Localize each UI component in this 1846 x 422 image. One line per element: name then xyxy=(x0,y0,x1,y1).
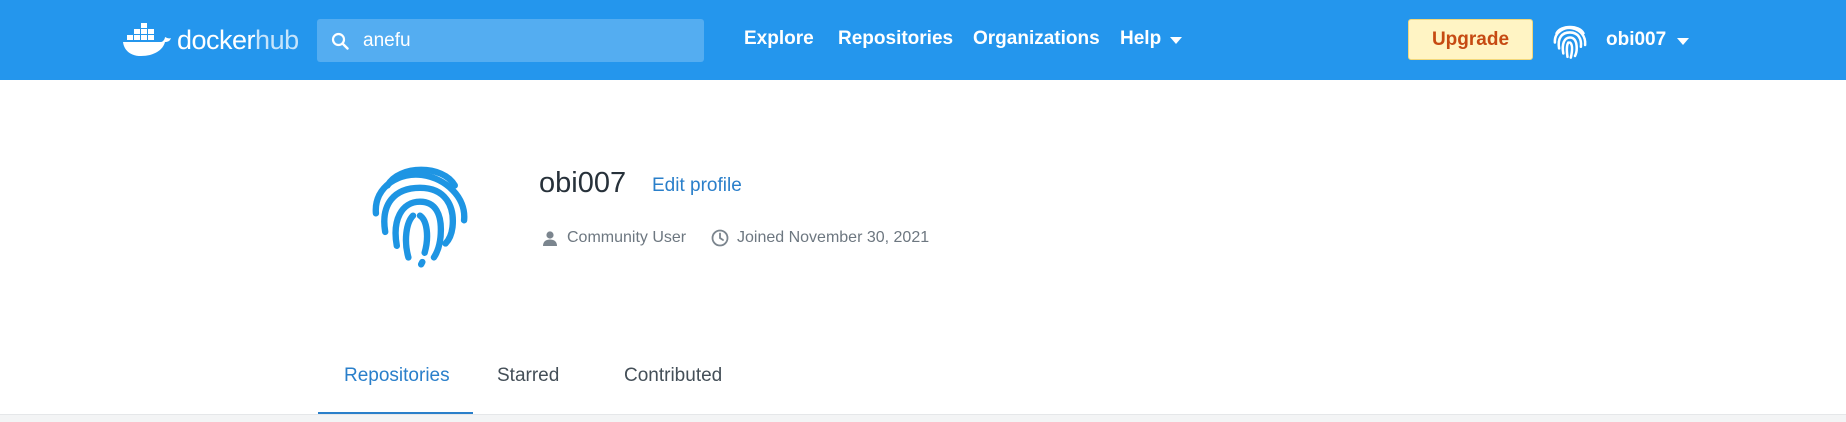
logo-docker-text: docker xyxy=(177,24,256,55)
search-icon xyxy=(329,30,351,52)
fingerprint-icon xyxy=(372,166,468,268)
chevron-down-icon xyxy=(1677,37,1690,45)
profile-avatar xyxy=(362,153,478,269)
tab-repositories[interactable]: Repositories xyxy=(318,350,473,414)
nav-organizations[interactable]: Organizations xyxy=(973,28,1100,50)
joined-date: Joined November 30, 2021 xyxy=(711,229,929,247)
nav-help-label: Help xyxy=(1120,28,1162,49)
user-type-label: Community User xyxy=(567,229,687,246)
logo-text: dockerhub xyxy=(177,25,299,56)
user-icon xyxy=(541,229,559,247)
content-divider xyxy=(0,414,1846,422)
search-input[interactable] xyxy=(363,25,683,56)
docker-whale-icon xyxy=(121,22,173,58)
logo-hub-text: hub xyxy=(255,24,299,55)
edit-profile-link[interactable]: Edit profile xyxy=(652,175,742,197)
upgrade-button[interactable]: Upgrade xyxy=(1408,19,1533,60)
user-menu-username: obi007 xyxy=(1606,29,1667,50)
fingerprint-icon xyxy=(1548,18,1592,62)
nav-repositories[interactable]: Repositories xyxy=(838,28,953,50)
search-box[interactable] xyxy=(317,19,704,62)
nav-explore[interactable]: Explore xyxy=(744,28,814,50)
top-navbar: dockerhub Explore Repositories Organizat… xyxy=(0,0,1846,80)
user-menu[interactable]: obi007 xyxy=(1548,18,1690,62)
docker-hub-logo[interactable]: dockerhub xyxy=(121,20,299,60)
clock-icon xyxy=(711,229,729,247)
tab-starred[interactable]: Starred xyxy=(473,350,600,414)
profile-tabs: Repositories Starred Contributed xyxy=(318,350,750,414)
tab-contributed[interactable]: Contributed xyxy=(600,350,750,414)
joined-date-label: Joined November 30, 2021 xyxy=(737,229,930,246)
nav-help[interactable]: Help xyxy=(1120,28,1183,50)
chevron-down-icon xyxy=(1170,36,1183,44)
profile-username: obi007 xyxy=(539,167,627,199)
user-type: Community User xyxy=(541,229,686,247)
